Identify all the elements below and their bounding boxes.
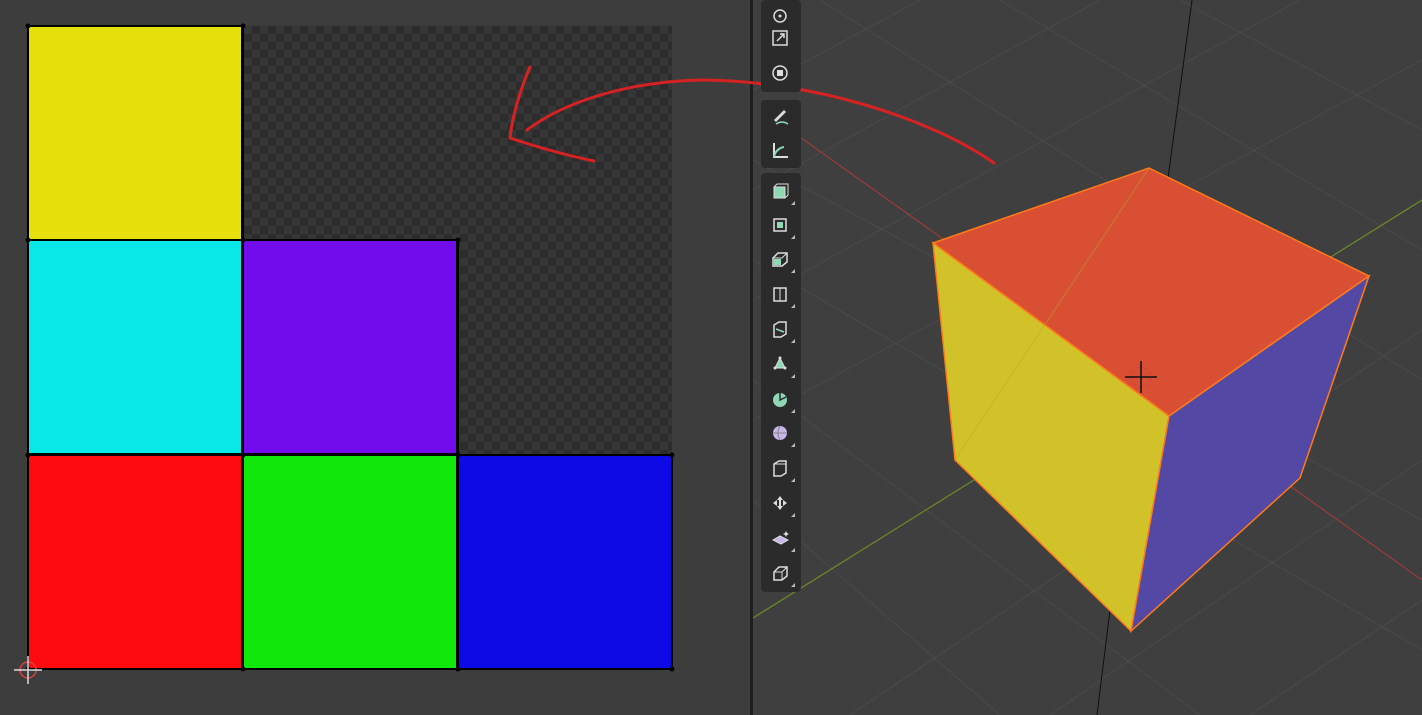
extrude-region-tool-button[interactable] [763, 209, 797, 241]
measure-icon [773, 143, 788, 158]
transform-icon [772, 65, 788, 81]
inset-faces-icon [772, 252, 788, 267]
inset-faces-tool-button[interactable] [763, 243, 797, 275]
tool-shelf [761, 0, 801, 592]
viewport-scene [753, 0, 1422, 715]
shrink-fatten-icon [771, 531, 790, 545]
submenu-indicator [791, 304, 795, 308]
submenu-indicator [791, 201, 795, 205]
edge-slide-icon [773, 496, 787, 510]
submenu-indicator [791, 443, 795, 447]
annotate-tool-button[interactable] [763, 100, 797, 132]
submenu-indicator [791, 478, 795, 482]
submenu-indicator [791, 374, 795, 378]
spin-tool-button[interactable] [763, 417, 797, 449]
add-cube-icon [773, 183, 789, 199]
submenu-indicator [791, 339, 795, 343]
smooth-icon [773, 460, 787, 477]
uv-editor[interactable] [0, 0, 750, 715]
add-cube-tool-button[interactable] [763, 175, 797, 207]
submenu-indicator [791, 409, 795, 413]
annotate-icon [774, 110, 789, 125]
shear-icon [773, 566, 788, 581]
transform-tool-button[interactable] [763, 57, 797, 89]
poly-build-tool-button[interactable] [763, 383, 797, 415]
knife-icon [773, 356, 787, 370]
camera-line-bottom [1096, 609, 1111, 715]
scale-icon [772, 30, 788, 46]
shear-tool-button[interactable] [763, 557, 797, 589]
poly-build-icon [773, 393, 787, 407]
submenu-indicator [791, 583, 795, 587]
uv-edges [27, 25, 673, 670]
bevel-tool-button[interactable] [763, 278, 797, 310]
submenu-indicator [791, 513, 795, 517]
uv-vertices [25, 23, 675, 672]
scale-tool-button[interactable] [763, 22, 797, 54]
smooth-tool-button[interactable] [763, 452, 797, 484]
extrude-region-icon [773, 218, 787, 232]
loop-cut-icon [773, 321, 787, 338]
uv-overlay [14, 23, 675, 684]
knife-tool-button[interactable] [763, 348, 797, 380]
uv-2d-cursor-icon [14, 656, 42, 684]
submenu-indicator [791, 235, 795, 239]
edge-slide-tool-button[interactable] [763, 487, 797, 519]
3d-viewport[interactable] [753, 0, 1422, 715]
loop-cut-tool-button[interactable] [763, 313, 797, 345]
submenu-indicator [791, 548, 795, 552]
shrink-fatten-tool-button[interactable] [763, 522, 797, 554]
spin-icon [773, 425, 787, 441]
bevel-icon [773, 287, 787, 302]
submenu-indicator [791, 269, 795, 273]
measure-tool-button[interactable] [763, 134, 797, 166]
